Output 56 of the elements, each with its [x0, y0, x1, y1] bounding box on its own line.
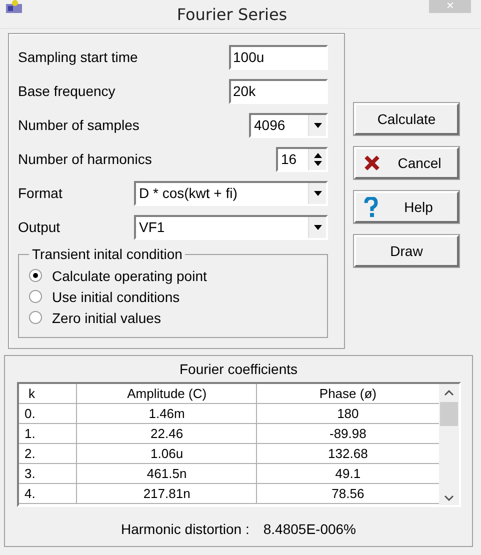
table-cell: 461.5n — [77, 464, 258, 483]
table-cell: 1.46m — [77, 404, 258, 423]
column-header: Phase (ø) — [318, 385, 378, 403]
radio-label: Use initial conditions — [52, 288, 180, 304]
caret-icon — [314, 224, 322, 230]
table-cell: 2. — [18, 444, 78, 463]
field-label: Output — [18, 219, 60, 235]
radio-button[interactable] — [29, 269, 42, 282]
table-cell-text: 132.68 — [327, 445, 369, 463]
input-field[interactable]: 100u — [229, 44, 328, 70]
radio-button[interactable] — [29, 290, 42, 303]
dropdown[interactable]: VF1 — [134, 214, 328, 240]
column-header: k — [18, 384, 78, 403]
field-label: Number of harmonics — [18, 151, 152, 167]
scroll-up-icon[interactable] — [444, 390, 454, 396]
distortion-label: Harmonic distortion : — [120, 521, 250, 537]
spin-arrows-icon — [314, 152, 322, 166]
radio-label: Zero initial values — [52, 310, 161, 326]
table-cell-text: 180 — [336, 405, 360, 423]
radio-button[interactable] — [29, 311, 42, 324]
field-label: Number of samples — [18, 117, 140, 133]
help-icon — [364, 197, 378, 217]
radio-label: Calculate operating point — [52, 268, 207, 284]
window-title: Fourier Series — [176, 4, 288, 24]
scrollbar[interactable] — [438, 384, 458, 505]
table-cell: 4. — [18, 484, 78, 503]
table-cell: 3. — [18, 464, 78, 483]
action-button[interactable]: Calculate — [354, 103, 459, 135]
help-button[interactable]: Help — [354, 191, 459, 223]
field-label: Sampling start time — [18, 49, 138, 65]
spinner-field[interactable]: 16 — [276, 146, 328, 172]
cancel-button[interactable]: Cancel — [354, 147, 459, 179]
table-cell: 22.46 — [77, 424, 258, 443]
distortion-value: 8.4805E-006% — [263, 521, 356, 537]
group-title: Transient inital condition — [29, 246, 186, 262]
table-cell-text: -89.98 — [328, 425, 368, 443]
app-icon — [5, 0, 23, 14]
caret-icon — [314, 190, 322, 196]
input-field[interactable]: 20k — [229, 78, 328, 104]
dropdown[interactable]: D * cos(kwt + fi) — [134, 180, 328, 206]
table-cell: 217.81n — [77, 484, 258, 503]
table-cell: 1.06u — [77, 444, 258, 463]
field-label: Base frequency — [18, 83, 116, 99]
field-label: Format — [18, 185, 62, 201]
action-button[interactable]: Draw — [354, 235, 459, 267]
scroll-down-icon[interactable] — [444, 495, 454, 501]
caret-icon — [314, 122, 322, 128]
table-cell: 1. — [18, 424, 78, 443]
dropdown[interactable]: 4096 — [249, 112, 328, 138]
table-cell: 0. — [18, 404, 78, 423]
scroll-thumb[interactable] — [440, 402, 458, 426]
panel-title: Fourier coefficients — [179, 360, 298, 379]
column-header: Amplitude (C) — [77, 384, 258, 403]
close-icon — [364, 155, 380, 171]
table-cell-text: 78.56 — [330, 485, 366, 503]
table-cell-text: 49.1 — [334, 465, 362, 483]
